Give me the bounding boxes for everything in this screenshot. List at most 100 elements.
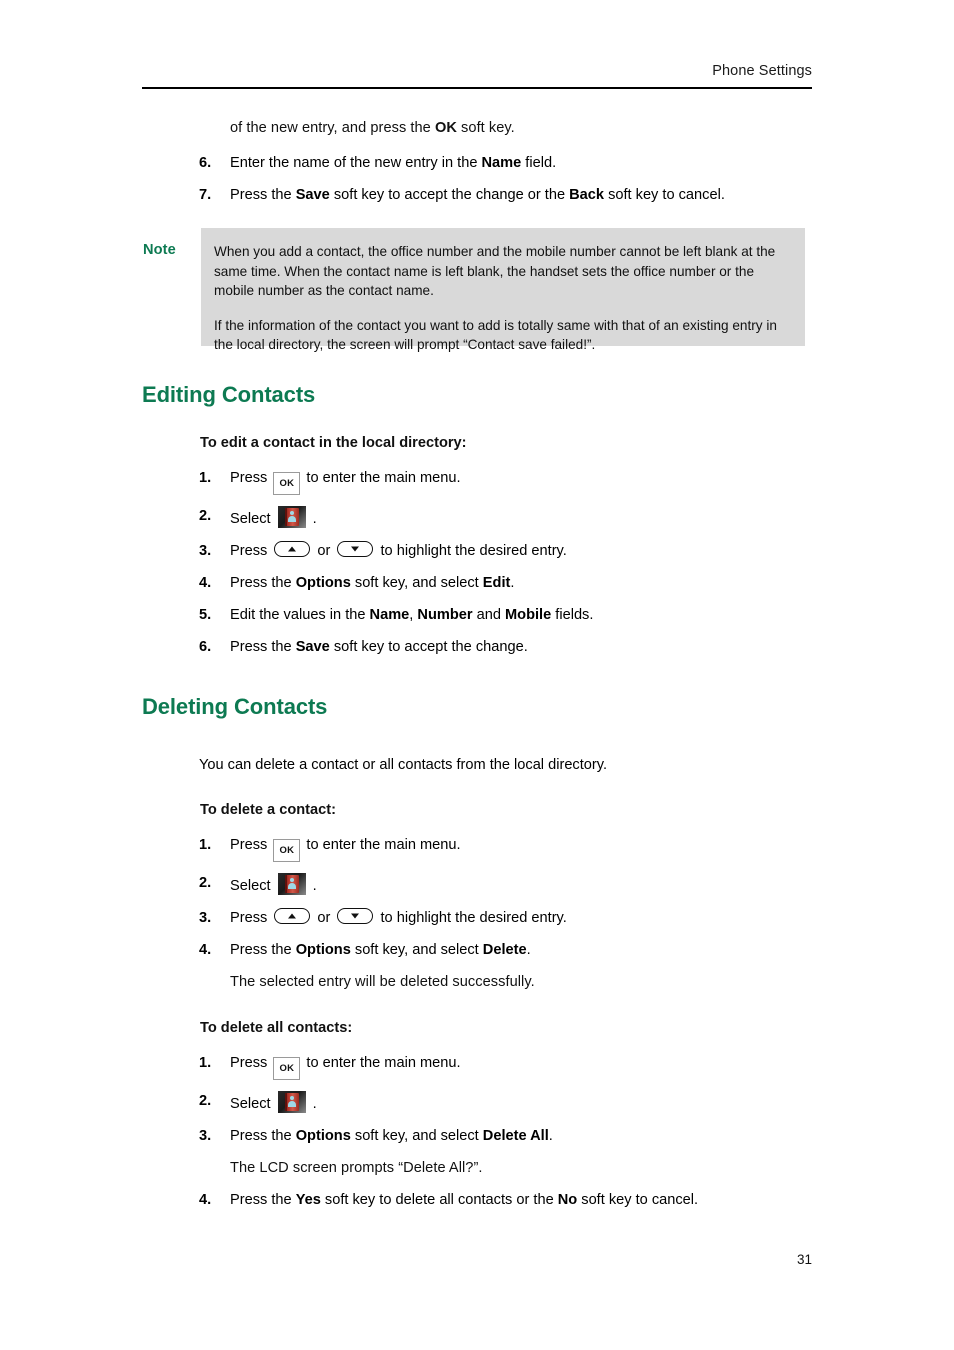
step-number: 2. bbox=[199, 875, 212, 891]
step-text-mid: soft key to accept the change or the bbox=[329, 187, 570, 203]
deleting-intro-paragraph: You can delete a contact or all contacts… bbox=[199, 757, 608, 773]
list-item: 6. Press the Save soft key to accept the… bbox=[0, 637, 824, 658]
document-page: Phone Settings of the new entry, and pre… bbox=[0, 0, 954, 1350]
step-text: Press the Save soft key to accept the ch… bbox=[230, 187, 725, 203]
editing-steps-list: 1. Press OK to enter the main menu. 2. S… bbox=[0, 468, 954, 658]
page-header: Phone Settings bbox=[142, 62, 812, 80]
step-number: 3. bbox=[199, 910, 212, 926]
delete-contact-result-text: The selected entry will be deleted succe… bbox=[230, 974, 535, 990]
step-number: 7. bbox=[199, 187, 212, 203]
subheading-delete-all-contacts: To delete all contacts: bbox=[200, 1020, 353, 1036]
step-text: Press OK to enter the main menu. bbox=[230, 837, 461, 862]
step-bold-no: No bbox=[557, 1192, 578, 1208]
step-text-post: . bbox=[548, 1128, 553, 1144]
step-text-post: . bbox=[308, 1096, 317, 1112]
continuation-text-pre: of the new entry, and press the bbox=[230, 120, 435, 136]
step-text-post: soft key to cancel. bbox=[577, 1192, 699, 1208]
step-text: Press or to highlight the desired entry. bbox=[230, 541, 567, 559]
list-item: 1. Press OK to enter the main menu. bbox=[0, 835, 824, 862]
step-text-post: . bbox=[308, 511, 317, 527]
subheading-edit-contact: To edit a contact in the local directory… bbox=[200, 435, 467, 451]
step-number: 6. bbox=[199, 155, 212, 171]
step-text-mid: soft key, and select bbox=[350, 1128, 483, 1144]
directory-spine-shape bbox=[284, 875, 288, 893]
step-bold-options: Options bbox=[295, 1128, 351, 1144]
step-bold-name: Name bbox=[369, 607, 410, 623]
step-text-post: soft key to cancel. bbox=[604, 187, 725, 203]
list-item: 6. Enter the name of the new entry in th… bbox=[0, 153, 824, 174]
note-paragraph-1: When you add a contact, the office numbe… bbox=[214, 244, 776, 298]
step-text-post: to enter the main menu. bbox=[302, 837, 461, 853]
list-item: 1. Press OK to enter the main menu. bbox=[0, 1053, 824, 1080]
step-bold-yes: Yes bbox=[295, 1192, 321, 1208]
continuation-text-post: soft key. bbox=[456, 120, 515, 136]
directory-icon bbox=[277, 873, 306, 895]
step-text: Press the Options soft key, and select D… bbox=[230, 1128, 553, 1144]
step-text-pre: Select bbox=[230, 878, 275, 894]
directory-person-torso-shape bbox=[288, 1101, 297, 1107]
step-bold-options: Options bbox=[295, 575, 351, 591]
directory-icon bbox=[277, 506, 306, 528]
list-item: 3. Press or to highlight the desired ent… bbox=[0, 908, 824, 929]
continuation-paragraph: of the new entry, and press the OK soft … bbox=[0, 110, 580, 139]
step-text-post: field. bbox=[521, 155, 557, 171]
step-number: 1. bbox=[199, 1055, 212, 1071]
step-text-pre: Press bbox=[230, 470, 272, 486]
top-steps-list: 6. Enter the name of the new entry in th… bbox=[0, 153, 954, 206]
step-text-post: . bbox=[526, 942, 531, 958]
header-divider-rule bbox=[142, 87, 812, 89]
step-text-pre: Select bbox=[230, 511, 275, 527]
arrow-down-key-icon bbox=[337, 908, 374, 924]
note-label: Note bbox=[143, 242, 176, 258]
ok-key-icon: OK bbox=[273, 472, 301, 495]
step-text-mid: soft key, and select bbox=[350, 575, 483, 591]
step-text: Press the Yes soft key to delete all con… bbox=[230, 1192, 698, 1208]
list-item: 5. Edit the values in the Name, Number a… bbox=[0, 605, 824, 626]
subheading-delete-contact: To delete a contact: bbox=[200, 802, 336, 818]
section-heading-deleting-contacts: Deleting Contacts bbox=[142, 694, 328, 719]
step-number: 4. bbox=[199, 575, 212, 591]
step-bold-delete-all: Delete All bbox=[482, 1128, 549, 1144]
step-bold-edit: Edit bbox=[482, 575, 511, 591]
arrow-down-triangle-icon bbox=[351, 546, 360, 552]
step-bold-save: Save bbox=[295, 639, 330, 655]
step-text-pre: Press bbox=[230, 1055, 272, 1071]
directory-spine-shape bbox=[284, 508, 288, 526]
list-item: 3. Press the Options soft key, and selec… bbox=[0, 1126, 824, 1147]
arrow-up-key-icon bbox=[274, 908, 311, 924]
arrow-down-key-icon bbox=[337, 541, 374, 557]
step-number: 3. bbox=[199, 543, 212, 559]
note-box: When you add a contact, the office numbe… bbox=[201, 228, 805, 352]
step-bold-options: Options bbox=[295, 942, 351, 958]
note-callout: Note When you add a contact, the office … bbox=[0, 222, 954, 352]
list-item: 1. Press OK to enter the main menu. bbox=[0, 468, 824, 495]
step-text-pre: Press the bbox=[230, 575, 296, 591]
list-item: 2. Select . bbox=[0, 506, 824, 530]
step-bold-save: Save bbox=[295, 187, 330, 203]
step-text-post: to enter the main menu. bbox=[302, 470, 461, 486]
directory-spine-shape bbox=[284, 1093, 288, 1111]
directory-person-torso-shape bbox=[288, 883, 297, 889]
list-item: 3. Press or to highlight the desired ent… bbox=[0, 541, 824, 562]
step-bold-name: Name bbox=[481, 155, 522, 171]
step-text-post: . bbox=[308, 878, 317, 894]
note-paragraph-2: If the information of the contact you wa… bbox=[214, 317, 777, 353]
list-item: 2. Select . bbox=[0, 873, 824, 897]
step-text-post: soft key to accept the change. bbox=[329, 639, 528, 655]
step-bold-number: Number bbox=[417, 607, 473, 623]
step-number: 2. bbox=[199, 1093, 212, 1109]
list-item: 4. Press the Options soft key, and selec… bbox=[0, 573, 824, 594]
page-number: 31 bbox=[796, 1252, 812, 1267]
step-text-post: to highlight the desired entry. bbox=[376, 543, 567, 559]
step-text-pre: Press the bbox=[230, 1192, 296, 1208]
arrow-up-triangle-icon bbox=[288, 913, 297, 919]
step-text-pre: Press the bbox=[230, 187, 296, 203]
section-heading-editing-contacts: Editing Contacts bbox=[142, 382, 316, 407]
list-item: 7. Press the Save soft key to accept the… bbox=[0, 185, 824, 206]
directory-person-torso-shape bbox=[288, 516, 297, 522]
step-text-pre: Select bbox=[230, 1096, 275, 1112]
step-text-mid-2: and bbox=[472, 607, 506, 623]
arrow-up-key-icon bbox=[274, 541, 311, 557]
directory-icon bbox=[277, 1091, 306, 1113]
step-text-mid: soft key to delete all contacts or the bbox=[320, 1192, 558, 1208]
